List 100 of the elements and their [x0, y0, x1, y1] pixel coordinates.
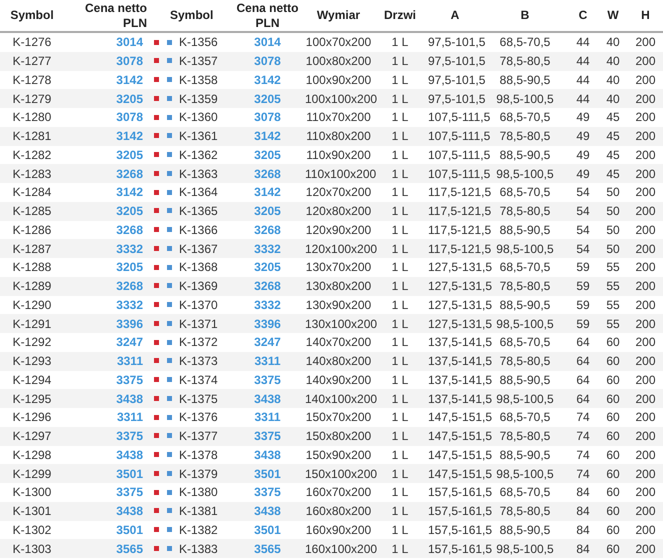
table-cell: 60: [606, 372, 620, 387]
price-text: 3501: [116, 466, 143, 481]
table-cell: 117,5-121,5: [428, 185, 492, 200]
square-icon: [154, 490, 159, 495]
price-text: 3014: [254, 35, 281, 50]
price-text: 3247: [254, 335, 281, 350]
table-cell: 200: [635, 279, 656, 294]
price-text: 3565: [116, 542, 143, 556]
table-cell: 45: [606, 110, 620, 124]
table-cell: 200: [635, 35, 656, 50]
table-cell: 88,5-90,5: [500, 222, 550, 237]
table-cell: 74: [576, 410, 590, 424]
square-icon: [167, 152, 172, 158]
table-cell: 68,5-70,5: [500, 35, 550, 50]
table-cell: 130x90x200: [306, 298, 372, 312]
table-cell: K-1290: [12, 298, 52, 312]
price-text: 3438: [116, 448, 143, 462]
price-text: 3332: [254, 298, 281, 312]
price-text: 3501: [254, 522, 281, 537]
table-cell: K-1293: [12, 354, 52, 368]
table-cell: 68,5-70,5: [500, 260, 550, 274]
price-text: 3078: [116, 54, 143, 68]
square-icon: [154, 452, 159, 458]
price-text: 3205: [254, 92, 281, 106]
price-text: 3438: [254, 448, 281, 462]
table-cell: K-1295: [12, 392, 52, 406]
price-text: 3205: [254, 260, 281, 274]
table-cell: 60: [606, 410, 620, 424]
table-cell: K-1302: [12, 522, 52, 537]
table-cell: K-1366: [179, 222, 218, 237]
table-cell: K-1376: [179, 410, 218, 424]
table-cell: 68,5-70,5: [500, 110, 550, 124]
column-header: Symbol: [10, 8, 54, 22]
table-cell: 40: [606, 92, 620, 106]
price-text: 3396: [116, 316, 143, 331]
price-text: 3565: [254, 542, 281, 556]
table-cell: 78,5-80,5: [500, 279, 550, 294]
table-cell: 1 L: [392, 54, 408, 68]
table-cell: 200: [635, 110, 656, 124]
table-cell: 45: [606, 129, 620, 144]
square-icon: [154, 77, 159, 82]
table-cell: K-1294: [12, 372, 52, 387]
square-icon: [154, 377, 159, 382]
square-icon: [167, 246, 172, 251]
table-cell: K-1356: [179, 35, 218, 50]
table-cell: 50: [606, 185, 620, 200]
price-text: 3311: [116, 410, 143, 424]
table-cell: 150x70x200: [306, 410, 372, 424]
table-cell: 78,5-80,5: [500, 54, 550, 68]
table-cell: 84: [576, 485, 590, 500]
table-cell: 60: [606, 429, 620, 444]
table-cell: 200: [635, 522, 656, 537]
table-cell: 1 L: [392, 242, 408, 256]
table-cell: 64: [576, 335, 590, 350]
table-cell: 1 L: [392, 372, 408, 387]
square-icon: [154, 320, 159, 326]
table-cell: 120x80x200: [306, 204, 372, 218]
column-header: Drzwi: [384, 8, 416, 22]
square-icon: [154, 114, 159, 120]
table-cell: 60: [606, 335, 620, 350]
table-cell: 78,5-80,5: [500, 429, 550, 444]
table-cell: 78,5-80,5: [500, 504, 550, 518]
table-cell: 150x90x200: [306, 448, 372, 462]
square-icon: [154, 340, 159, 345]
table-cell: 88,5-90,5: [500, 522, 550, 537]
price-text: 3014: [116, 35, 143, 50]
table-cell: K-1363: [179, 166, 218, 181]
table-cell: 59: [576, 260, 590, 274]
table-cell: 68,5-70,5: [500, 485, 550, 500]
table-cell: 200: [635, 54, 656, 68]
table-cell: 68,5-70,5: [500, 410, 550, 424]
table-cell: K-1357: [179, 54, 218, 68]
square-icon: [167, 340, 172, 345]
table-cell: 59: [576, 279, 590, 294]
table-cell: 200: [635, 222, 656, 237]
table-cell: 1 L: [392, 466, 408, 481]
table-cell: 110x70x200: [306, 110, 371, 124]
table-cell: K-1291: [12, 316, 52, 331]
table-cell: 68,5-70,5: [500, 185, 550, 200]
table-cell: 160x100x200: [305, 542, 378, 556]
table-cell: 1 L: [392, 298, 408, 312]
price-text: 3142: [254, 72, 281, 87]
square-icon: [154, 170, 159, 176]
square-icon: [167, 58, 172, 64]
price-text: 3268: [254, 166, 281, 181]
table-cell: K-1282: [12, 148, 52, 162]
square-icon: [154, 508, 159, 514]
table-cell: 160x80x200: [306, 504, 372, 518]
table-cell: K-1382: [179, 522, 218, 537]
square-icon: [167, 133, 172, 138]
table-cell: K-1370: [179, 298, 218, 312]
table-cell: 74: [576, 466, 590, 481]
square-icon: [154, 546, 159, 551]
table-cell: K-1367: [179, 242, 218, 256]
price-text: 3205: [116, 204, 143, 218]
price-text: 3375: [254, 485, 281, 500]
square-icon: [167, 490, 172, 495]
square-icon: [167, 452, 172, 458]
table-cell: 120x70x200: [306, 185, 372, 200]
table-cell: 147,5-151,5: [428, 466, 492, 481]
